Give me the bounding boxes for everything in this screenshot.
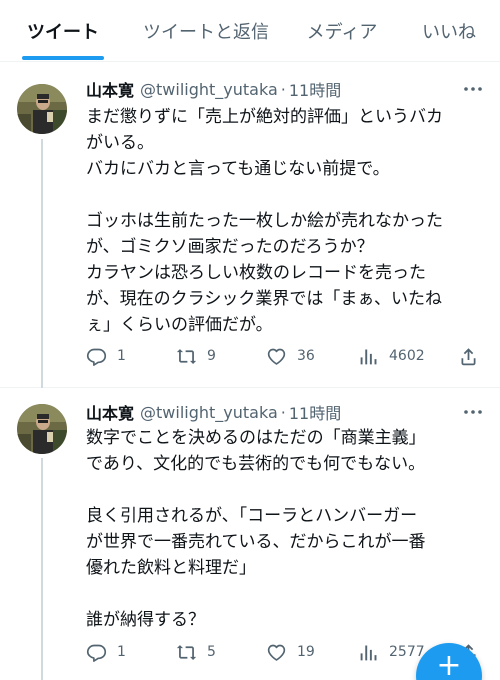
tweet-line: まだ懲りずに「売上が絶対的評価」というバカ bbox=[86, 107, 443, 127]
plus-icon: + bbox=[436, 648, 462, 680]
avatar-image bbox=[17, 404, 67, 454]
tweet-timestamp[interactable]: 11時間 bbox=[289, 400, 341, 424]
tab-tweets-and-replies[interactable]: ツイートと返信 bbox=[126, 0, 286, 62]
display-name[interactable]: 山本寛 bbox=[86, 400, 134, 424]
user-handle[interactable]: @twilight_yutaka bbox=[140, 80, 278, 99]
separator-dot: · bbox=[280, 79, 286, 99]
retweet-count: 9 bbox=[207, 348, 216, 364]
like-count: 36 bbox=[297, 348, 315, 364]
tweet[interactable]: 山本寛 @twilight_yutaka · 11時間 数字でことを決めるのはた… bbox=[0, 388, 500, 680]
tweet-text: 数字でことを決めるのはただの「商業主義」 であり、文化的でも芸術的でも何でもない… bbox=[86, 425, 491, 633]
views-icon bbox=[360, 645, 377, 660]
more-icon[interactable] bbox=[462, 402, 484, 422]
retweet-count: 5 bbox=[207, 644, 216, 660]
retweet-button[interactable]: 5 bbox=[176, 640, 216, 664]
tweet-header: 山本寛 @twilight_yutaka · 11時間 bbox=[86, 77, 341, 101]
like-button[interactable]: 19 bbox=[266, 640, 315, 664]
heart-icon bbox=[267, 644, 286, 661]
more-icon[interactable] bbox=[462, 79, 484, 99]
thread-line bbox=[41, 139, 43, 388]
tab-tweets[interactable]: ツイート bbox=[0, 0, 126, 62]
retweet-button[interactable]: 9 bbox=[176, 344, 216, 368]
reply-button[interactable]: 1 bbox=[86, 344, 126, 368]
tweet-line: 良く引用されるが、「コーラとハンバーガー bbox=[86, 506, 418, 526]
like-count: 19 bbox=[297, 644, 315, 660]
reply-count: 1 bbox=[117, 644, 126, 660]
tweet[interactable]: 山本寛 @twilight_yutaka · 11時間 まだ懲りずに「売上が絶対… bbox=[0, 63, 500, 388]
tweet-header: 山本寛 @twilight_yutaka · 11時間 bbox=[86, 400, 341, 424]
tweet-line: がいる。 bbox=[86, 133, 154, 153]
share-button[interactable] bbox=[458, 344, 479, 368]
tweet-timestamp[interactable]: 11時間 bbox=[289, 77, 341, 101]
active-tab-indicator bbox=[22, 56, 104, 60]
tweet-line: ぇ」くらいの評価だが。 bbox=[86, 315, 273, 335]
avatar-image bbox=[17, 84, 67, 134]
reply-count: 1 bbox=[117, 348, 126, 364]
tweet-line: が、ゴミクソ画家だったのだろうか？ bbox=[86, 237, 374, 257]
retweet-icon bbox=[176, 348, 197, 364]
tweet-line: 数字でことを決めるのはただの「商業主義」 bbox=[86, 428, 426, 448]
tweet-line: であり、文化的でも芸術的でも何でもない。 bbox=[86, 454, 426, 474]
tweet-line: カラヤンは恐ろしい枚数のレコードを売った bbox=[86, 263, 426, 283]
profile-tabs: ツイート ツイートと返信 メディア いいね bbox=[0, 0, 500, 62]
tweet-line: バカにバカと言っても通じない前提で。 bbox=[86, 159, 390, 179]
avatar[interactable] bbox=[17, 84, 67, 134]
display-name[interactable]: 山本寛 bbox=[86, 77, 134, 101]
avatar[interactable] bbox=[17, 404, 67, 454]
tweet-actions: 1 9 36 4602 bbox=[86, 344, 486, 368]
share-icon bbox=[461, 347, 476, 365]
thread-line bbox=[41, 458, 43, 680]
tweet-line: 優れた飲料と料理だ」 bbox=[86, 558, 256, 578]
heart-icon bbox=[267, 348, 286, 365]
tweet-text: まだ懲りずに「売上が絶対的評価」というバカ がいる。 バカにバカと言っても通じな… bbox=[86, 104, 491, 338]
tab-media[interactable]: メディア bbox=[286, 0, 398, 62]
like-button[interactable]: 36 bbox=[266, 344, 315, 368]
views-icon bbox=[360, 349, 377, 364]
reply-icon bbox=[86, 644, 107, 662]
tweet-line: が、現在のクラシック業界では「まぁ、いたね bbox=[86, 289, 442, 309]
reply-icon bbox=[86, 348, 107, 366]
views-button[interactable]: 2577 bbox=[358, 640, 425, 664]
tab-likes[interactable]: いいね bbox=[398, 0, 500, 62]
tweet-line: が世界で一番売れている、だからこれが一番 bbox=[86, 532, 426, 552]
separator-dot: · bbox=[280, 402, 286, 422]
reply-button[interactable]: 1 bbox=[86, 640, 126, 664]
retweet-icon bbox=[176, 644, 197, 660]
tweet-line: 誰が納得する？ bbox=[86, 610, 205, 630]
view-count: 2577 bbox=[389, 644, 425, 660]
views-button[interactable]: 4602 bbox=[358, 344, 425, 368]
tweet-line: ゴッホは生前たった一枚しか絵が売れなかった bbox=[86, 211, 443, 231]
user-handle[interactable]: @twilight_yutaka bbox=[140, 403, 278, 422]
view-count: 4602 bbox=[389, 348, 425, 364]
